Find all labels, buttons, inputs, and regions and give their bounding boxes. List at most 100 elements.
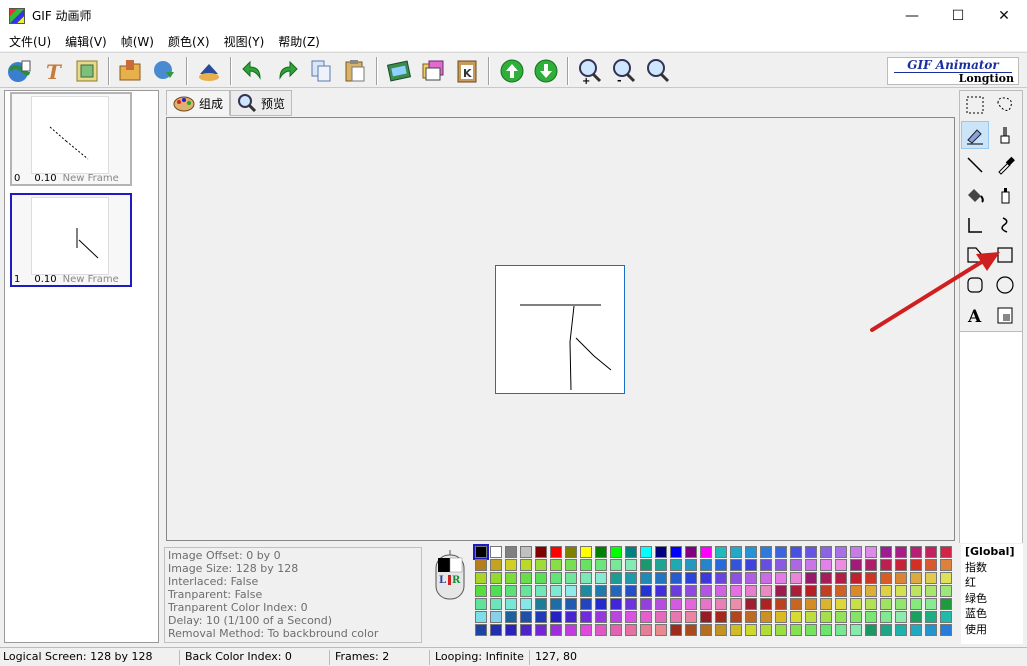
palette-swatch[interactable] <box>520 611 532 623</box>
palette-swatch[interactable] <box>865 624 877 636</box>
palette-swatch[interactable] <box>685 559 697 571</box>
spray-tool[interactable] <box>991 181 1019 209</box>
palette-swatch[interactable] <box>595 598 607 610</box>
palette-swatch[interactable] <box>505 598 517 610</box>
palette-swatch[interactable] <box>820 546 832 558</box>
palette-swatch[interactable] <box>505 546 517 558</box>
maximize-button[interactable]: ☐ <box>935 0 981 31</box>
palette-swatch[interactable] <box>775 546 787 558</box>
menu-edit[interactable]: 编辑(V) <box>58 33 114 50</box>
palette-swatch[interactable] <box>730 546 742 558</box>
palette-swatch[interactable] <box>835 611 847 623</box>
palette-swatch[interactable] <box>880 585 892 597</box>
ellipse-tool[interactable] <box>991 271 1019 299</box>
palette-swatch[interactable] <box>805 611 817 623</box>
palette-swatch[interactable] <box>505 559 517 571</box>
pencil-tool[interactable] <box>961 121 989 149</box>
palette-swatch[interactable] <box>700 559 712 571</box>
palette-swatch[interactable] <box>610 598 622 610</box>
palette-swatch[interactable] <box>550 598 562 610</box>
frame-thumbnail-selected[interactable]: 1 0.10 New Frame <box>10 193 132 287</box>
palette-swatch[interactable] <box>490 559 502 571</box>
palette-swatch[interactable] <box>745 572 757 584</box>
palette-swatch[interactable] <box>625 559 637 571</box>
palette-swatch[interactable] <box>610 585 622 597</box>
palette-swatch[interactable] <box>880 546 892 558</box>
palette-swatch[interactable] <box>805 598 817 610</box>
clipboard-k-button[interactable]: K <box>452 56 482 86</box>
palette-swatch[interactable] <box>685 546 697 558</box>
text-tool[interactable]: A <box>961 301 989 329</box>
palette-swatch[interactable] <box>685 572 697 584</box>
palette-swatch[interactable] <box>925 624 937 636</box>
palette-swatch[interactable] <box>895 611 907 623</box>
palette-swatch[interactable] <box>550 572 562 584</box>
palette-swatch[interactable] <box>880 559 892 571</box>
palette-swatch[interactable] <box>625 572 637 584</box>
palette-swatch[interactable] <box>670 585 682 597</box>
polyline-tool[interactable] <box>961 211 989 239</box>
palette-swatch[interactable] <box>610 546 622 558</box>
palette-swatch[interactable] <box>685 611 697 623</box>
palette-swatch[interactable] <box>805 546 817 558</box>
palette-swatch[interactable] <box>670 572 682 584</box>
palette-swatch[interactable] <box>760 572 772 584</box>
palette-swatch[interactable] <box>535 624 547 636</box>
palette-swatch[interactable] <box>745 624 757 636</box>
palette-swatch[interactable] <box>655 546 667 558</box>
palette-swatch[interactable] <box>625 598 637 610</box>
palette-swatch[interactable] <box>940 598 952 610</box>
palette-swatch[interactable] <box>940 585 952 597</box>
palette-swatch[interactable] <box>850 546 862 558</box>
palette-swatch[interactable] <box>715 559 727 571</box>
palette-swatch[interactable] <box>640 585 652 597</box>
palette-swatch[interactable] <box>565 559 577 571</box>
palette-swatch[interactable] <box>775 611 787 623</box>
palette-swatch[interactable] <box>640 611 652 623</box>
palette-swatch[interactable] <box>595 546 607 558</box>
palette-swatch[interactable] <box>760 585 772 597</box>
menu-help[interactable]: 帮助(Z) <box>271 33 327 50</box>
palette-swatch[interactable] <box>520 546 532 558</box>
palette-swatch[interactable] <box>640 546 652 558</box>
palette-swatch[interactable] <box>730 559 742 571</box>
palette-swatch[interactable] <box>700 572 712 584</box>
palette-swatch[interactable] <box>475 611 487 623</box>
image-frame-button[interactable] <box>72 56 102 86</box>
palette-swatch[interactable] <box>910 546 922 558</box>
eyedropper-tool[interactable] <box>991 151 1019 179</box>
palette-swatch[interactable] <box>655 585 667 597</box>
palette-swatch[interactable] <box>775 598 787 610</box>
image-canvas[interactable] <box>495 265 625 394</box>
save-button[interactable] <box>150 56 180 86</box>
open-button[interactable] <box>116 56 146 86</box>
palette-swatch[interactable] <box>505 585 517 597</box>
palette-swatch[interactable] <box>580 585 592 597</box>
palette-swatch[interactable] <box>880 598 892 610</box>
film-button[interactable] <box>384 56 414 86</box>
palette-swatch[interactable] <box>535 611 547 623</box>
palette-swatch[interactable] <box>940 624 952 636</box>
lasso-select-tool[interactable] <box>991 91 1019 119</box>
palette-swatch[interactable] <box>820 559 832 571</box>
polygon-tool[interactable] <box>961 241 989 269</box>
palette-swatch[interactable] <box>580 624 592 636</box>
palette-swatch[interactable] <box>835 624 847 636</box>
palette-swatch[interactable] <box>700 624 712 636</box>
palette-swatch[interactable] <box>610 559 622 571</box>
palette-swatch[interactable] <box>625 611 637 623</box>
palette-swatch[interactable] <box>850 598 862 610</box>
palette-swatch[interactable] <box>595 559 607 571</box>
palette-swatch[interactable] <box>775 559 787 571</box>
palette-swatch[interactable] <box>865 572 877 584</box>
palette-swatch[interactable] <box>790 585 802 597</box>
palette-swatch[interactable] <box>940 559 952 571</box>
palette-swatch[interactable] <box>910 598 922 610</box>
menu-color[interactable]: 颜色(X) <box>161 33 217 50</box>
palette-swatch[interactable] <box>550 585 562 597</box>
palette-swatch[interactable] <box>520 559 532 571</box>
menu-file[interactable]: 文件(U) <box>2 33 58 50</box>
undo-button[interactable] <box>238 56 268 86</box>
line-tool[interactable] <box>961 151 989 179</box>
palette-swatch[interactable] <box>910 624 922 636</box>
